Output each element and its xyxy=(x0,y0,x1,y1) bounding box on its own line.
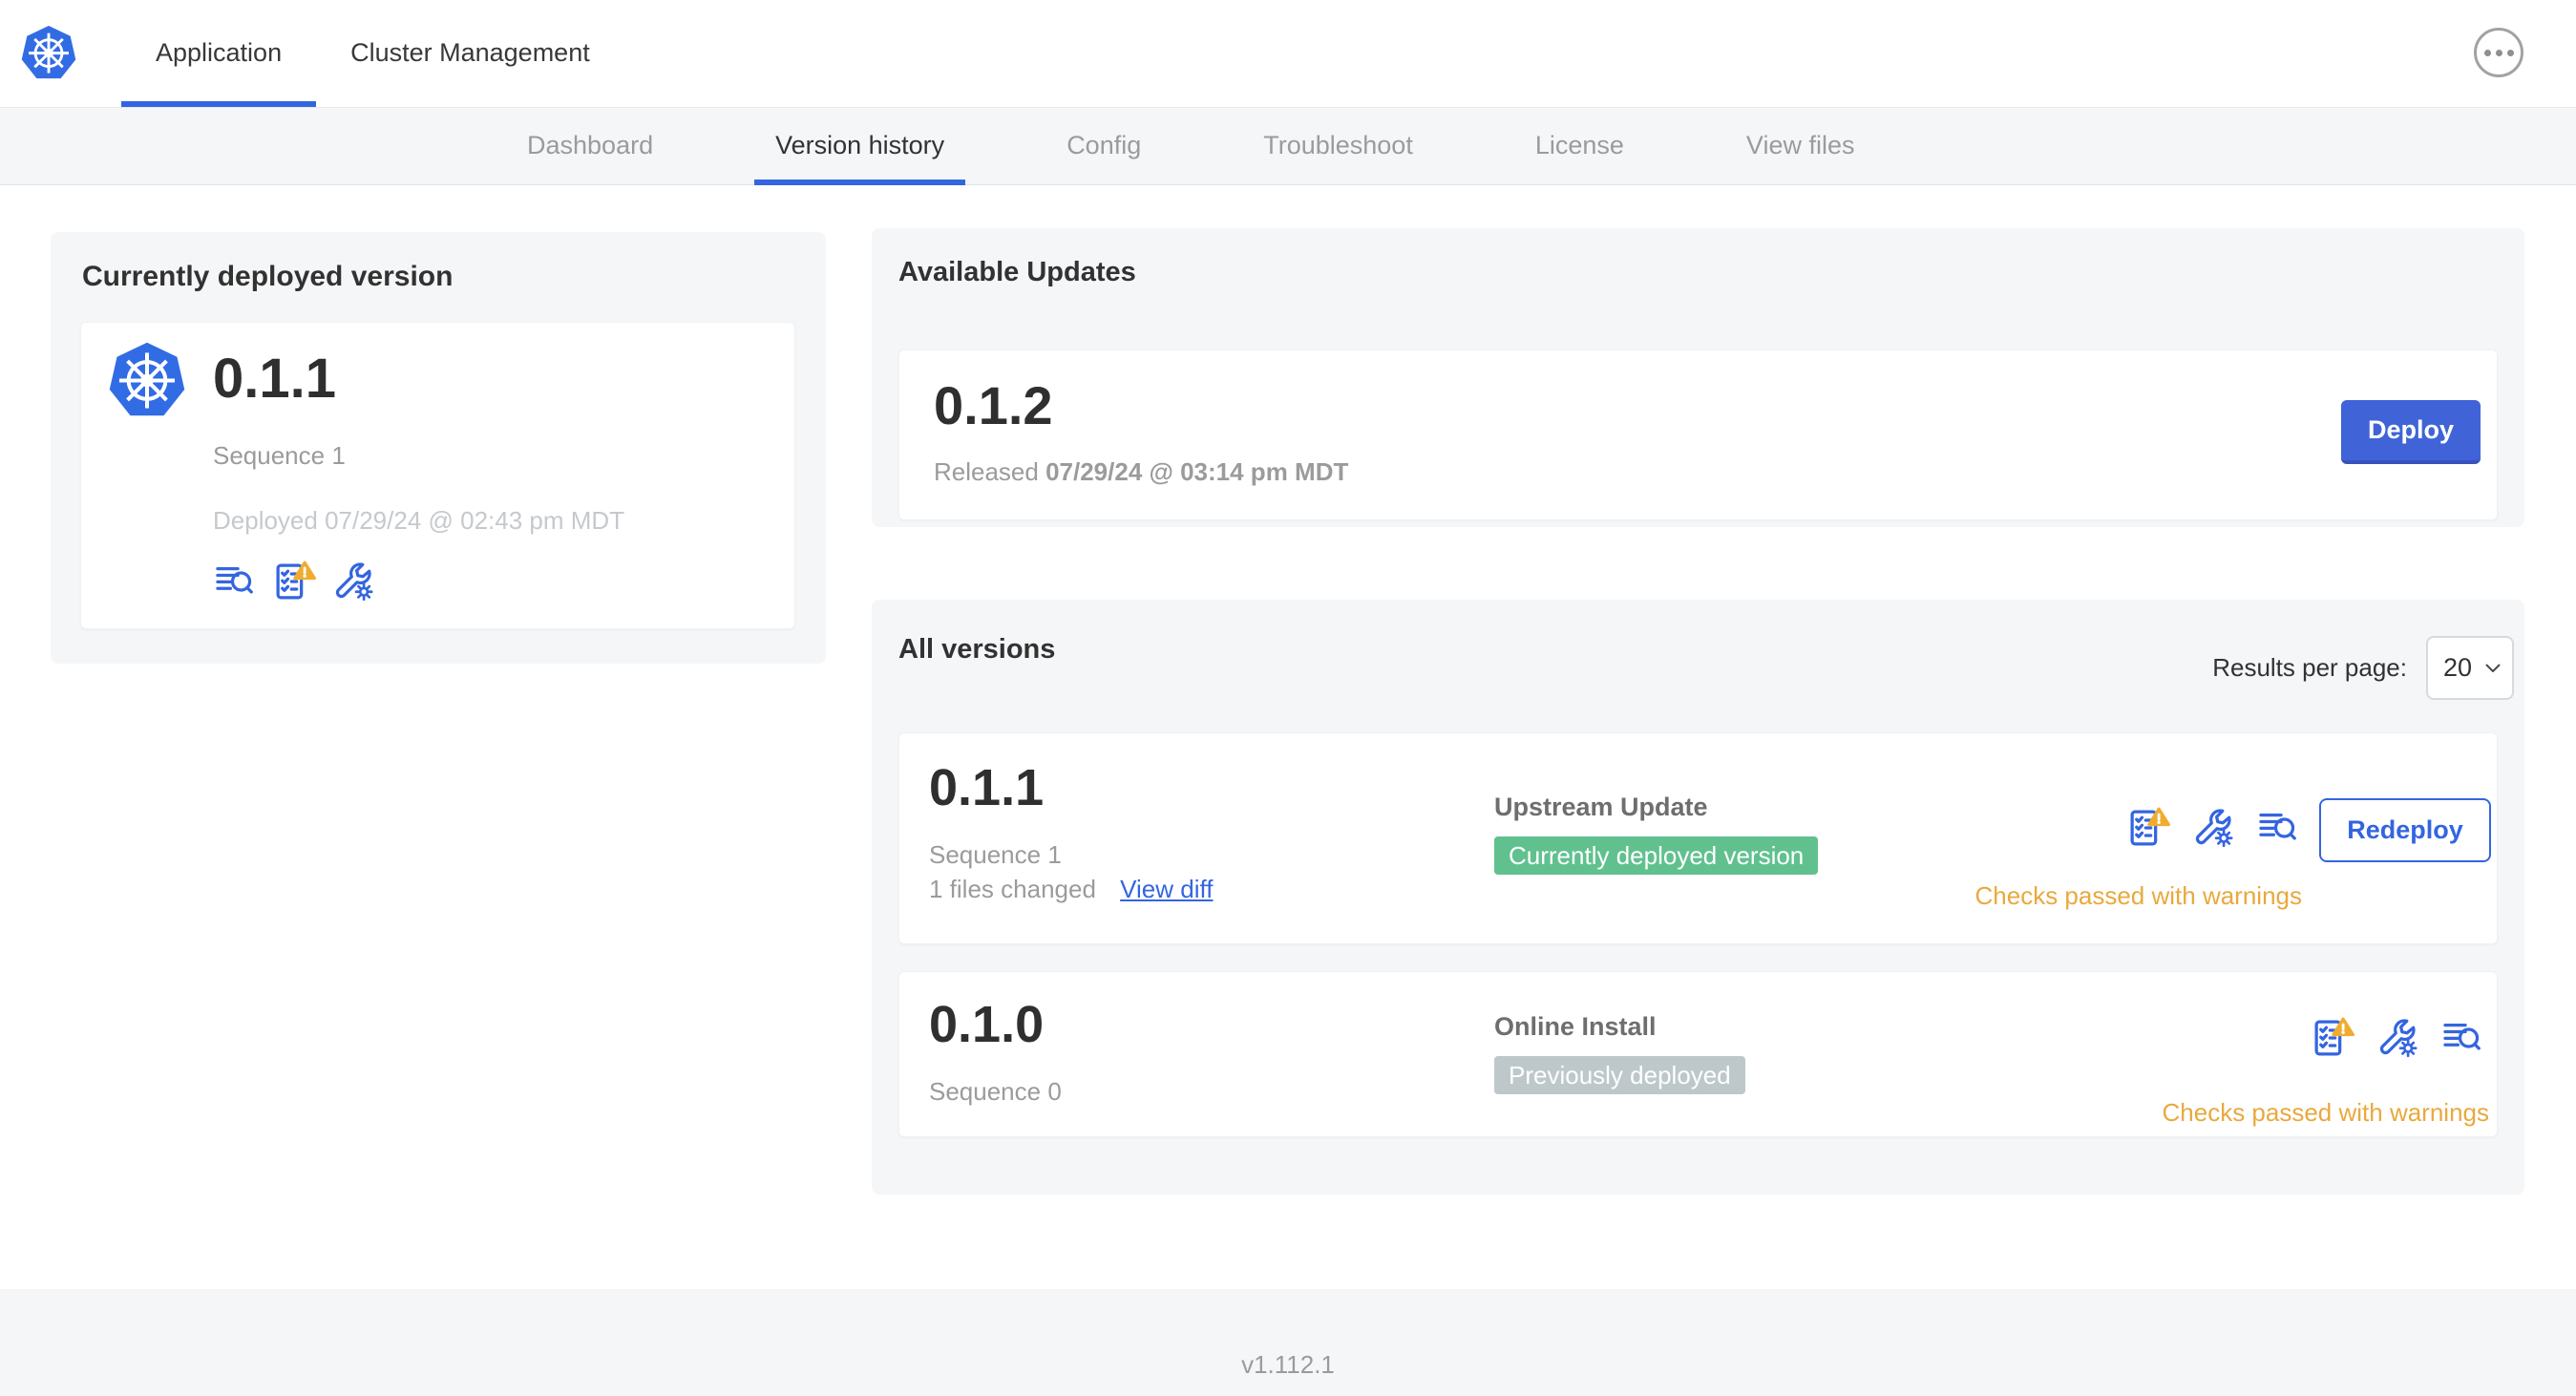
tab-cluster-management[interactable]: Cluster Management xyxy=(316,0,624,107)
subnav-tab-config[interactable]: Config xyxy=(1045,108,1162,185)
app-subnav: Dashboard Version history Config Trouble… xyxy=(0,107,2576,185)
results-per-page-select[interactable]: 20 xyxy=(2426,636,2514,700)
row-source-label: Upstream Update xyxy=(1494,793,1708,821)
row-sequence: Sequence 0 xyxy=(929,1077,1062,1106)
update-released-line: Released 07/29/24 @ 03:14 pm MDT xyxy=(934,457,1348,487)
all-versions-title: All versions xyxy=(898,634,1056,665)
files-changed-text: 1 files changed xyxy=(929,875,1096,903)
currently-deployed-badge: Currently deployed version xyxy=(1494,836,1819,875)
kubernetes-app-icon xyxy=(106,340,188,422)
subnav-tab-view-files[interactable]: View files xyxy=(1725,108,1876,185)
version-row-0.1.1: 0.1.1 Sequence 1 1 files changed View di… xyxy=(898,732,2498,944)
ellipsis-icon xyxy=(2483,49,2491,56)
kubernetes-logo-icon xyxy=(19,24,78,83)
tab-application[interactable]: Application xyxy=(121,0,317,107)
all-versions-card: All versions Results per page: 20 0.1.1 … xyxy=(872,600,2524,1195)
available-updates-title: Available Updates xyxy=(898,257,1136,287)
subnav-tab-version-history[interactable]: Version history xyxy=(754,108,966,185)
released-prefix: Released xyxy=(934,457,1046,486)
previously-deployed-badge: Previously deployed xyxy=(1494,1056,1745,1094)
subnav-tab-troubleshoot[interactable]: Troubleshoot xyxy=(1242,108,1434,185)
deploy-button[interactable]: Deploy xyxy=(2341,400,2481,464)
update-version-number: 0.1.2 xyxy=(934,375,1053,435)
update-row: 0.1.2 Released 07/29/24 @ 03:14 pm MDT D… xyxy=(898,349,2498,520)
preflight-checks-warning-icon[interactable] xyxy=(272,560,316,603)
current-version-panel: 0.1.1 Sequence 1 Deployed 07/29/24 @ 02:… xyxy=(80,322,795,629)
config-wrench-icon[interactable] xyxy=(2375,1016,2419,1060)
redeploy-button[interactable]: Redeploy xyxy=(2319,798,2491,862)
released-date: 07/29/24 @ 03:14 pm MDT xyxy=(1045,457,1349,486)
overflow-menu-button[interactable] xyxy=(2474,28,2523,77)
ellipsis-icon xyxy=(2506,49,2514,56)
results-per-page-value: 20 xyxy=(2443,653,2473,682)
preflight-checks-warning-icon[interactable] xyxy=(2311,1016,2354,1060)
release-notes-icon[interactable] xyxy=(2440,1016,2484,1060)
currently-deployed-title: Currently deployed version xyxy=(82,261,454,292)
admin-console-page: Application Cluster Management Dashboard… xyxy=(0,0,2576,1396)
top-header: Application Cluster Management xyxy=(0,0,2576,107)
top-nav: Application Cluster Management xyxy=(121,0,624,107)
preflight-checks-warning-icon[interactable] xyxy=(2126,806,2170,850)
preflight-status-text: Checks passed with warnings xyxy=(2162,1098,2490,1127)
results-per-page-label: Results per page: xyxy=(2212,653,2407,682)
preflight-status-text: Checks passed with warnings xyxy=(1974,881,2303,910)
row-files-changed-line: 1 files changed View diff xyxy=(929,875,1213,904)
row-version-number: 0.1.1 xyxy=(929,759,1045,816)
row-version-number: 0.1.0 xyxy=(929,996,1045,1053)
console-version: v1.112.1 xyxy=(1241,1350,1335,1379)
current-version-deployed-at: Deployed 07/29/24 @ 02:43 pm MDT xyxy=(213,506,625,535)
row-sequence: Sequence 1 xyxy=(929,840,1062,869)
ellipsis-icon xyxy=(2495,49,2502,56)
page-footer: v1.112.1 xyxy=(0,1289,2576,1396)
subnav-tab-dashboard[interactable]: Dashboard xyxy=(506,108,674,185)
currently-deployed-card: Currently deployed version 0.1.1 Sequenc… xyxy=(51,232,826,664)
chevron-down-icon xyxy=(2485,664,2501,672)
available-updates-card: Available Updates 0.1.2 Released 07/29/2… xyxy=(872,228,2524,527)
version-row-0.1.0: 0.1.0 Sequence 0 Online Install Previous… xyxy=(898,971,2498,1137)
row-source-label: Online Install xyxy=(1494,1012,1657,1041)
view-diff-link[interactable]: View diff xyxy=(1120,875,1213,903)
release-notes-icon[interactable] xyxy=(2256,806,2300,850)
subnav-tab-license[interactable]: License xyxy=(1514,108,1645,185)
current-version-number: 0.1.1 xyxy=(213,348,336,410)
config-wrench-icon[interactable] xyxy=(2191,806,2235,850)
current-version-sequence: Sequence 1 xyxy=(213,441,346,470)
release-notes-icon[interactable] xyxy=(213,560,257,603)
config-wrench-icon[interactable] xyxy=(331,560,375,603)
